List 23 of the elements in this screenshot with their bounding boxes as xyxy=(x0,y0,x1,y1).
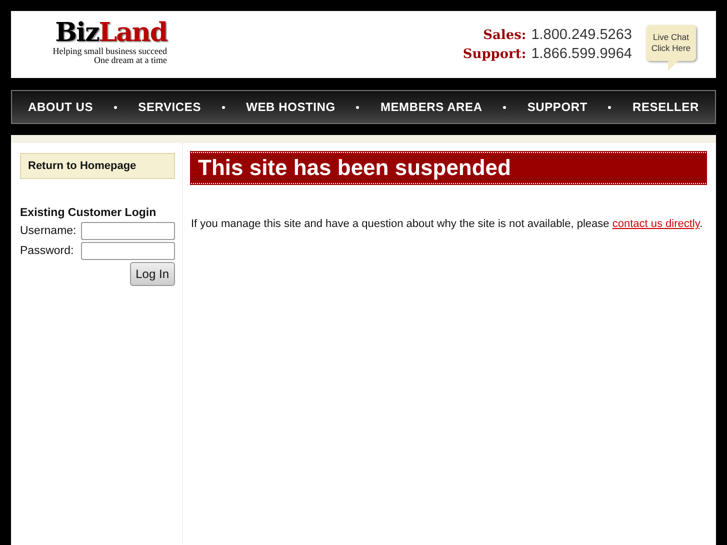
logo[interactable]: BizLand xyxy=(55,18,167,46)
field-label: Username: xyxy=(20,225,76,237)
input-field[interactable] xyxy=(81,222,175,240)
contact-link[interactable]: contact us directly xyxy=(612,218,700,230)
phone-label: Support: xyxy=(462,46,526,64)
phone-number: 1.800.249.5263 xyxy=(531,26,632,44)
return-homepage-link[interactable]: Return to Homepage xyxy=(20,153,175,179)
phone-label: Sales: xyxy=(482,26,526,44)
nav-link[interactable]: MEMBERS AREA xyxy=(380,100,482,114)
nav-link[interactable]: RESELLER xyxy=(632,100,699,114)
page-title: This site has been suspended xyxy=(191,152,706,184)
field-label: Password: xyxy=(20,245,74,257)
tagline: One dream at a time xyxy=(94,56,167,64)
tagline: Helping small business succeed xyxy=(52,46,167,56)
nav-link[interactable]: SUPPORT xyxy=(527,100,588,114)
login-heading: Existing Customer Login xyxy=(20,207,158,219)
input-field[interactable] xyxy=(81,242,175,260)
message-text: If you manage this site and have a question about why the site is not available, please contact us directly. xyxy=(191,218,704,230)
nav-link[interactable]: ABOUT US xyxy=(28,100,94,114)
login-button[interactable]: Log In xyxy=(130,262,175,286)
nav-link[interactable]: SERVICES xyxy=(138,100,202,114)
phone-number: 1.866.599.9964 xyxy=(531,44,632,62)
nav-link[interactable]: WEB HOSTING xyxy=(246,100,336,114)
